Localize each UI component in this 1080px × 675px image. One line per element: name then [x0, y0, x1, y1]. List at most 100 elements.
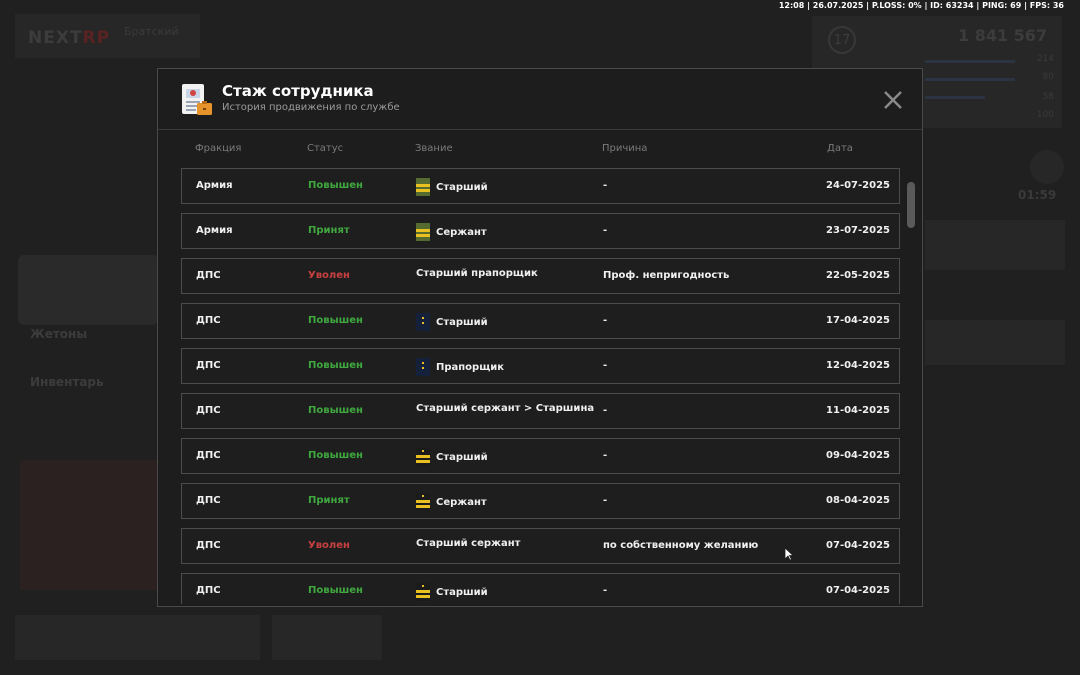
- row-status: Повышен: [308, 405, 363, 416]
- row-status: Повышен: [308, 585, 363, 596]
- row-date: 11-04-2025: [826, 405, 890, 416]
- row-rank-label: Прапорщик: [436, 361, 505, 373]
- table-row[interactable]: ДПС Повышен Старший сержант > Старшина - 11-…: [181, 393, 900, 429]
- row-rank: Старший: [416, 583, 488, 601]
- service-history-modal: Стаж сотрудника История продвижения по с…: [157, 68, 923, 607]
- row-reason: -: [603, 180, 608, 191]
- scrollbar-track[interactable]: [907, 181, 915, 601]
- row-status: Повышен: [308, 180, 363, 191]
- hud-stat-ammo: 100: [1036, 110, 1054, 120]
- gold-stripes-icon: [416, 493, 430, 511]
- army-stripes-icon: [416, 178, 430, 196]
- navy-epaulet-icon: [416, 358, 430, 376]
- column-header-faction: Фракция: [195, 143, 242, 154]
- column-header-status: Статус: [307, 143, 344, 154]
- row-date: 08-04-2025: [826, 495, 890, 506]
- hud-hotbar: [272, 615, 382, 660]
- table-row[interactable]: ДПС Принят Сержант - 08-04-2025: [181, 483, 900, 519]
- row-rank: Сержант: [416, 223, 487, 241]
- hud-stat-armor: 80: [1042, 72, 1054, 82]
- row-status: Уволен: [308, 270, 350, 281]
- hud-bottom-panel: [15, 615, 260, 660]
- row-reason: -: [603, 225, 608, 236]
- row-faction: ДПС: [196, 405, 221, 416]
- row-status: Уволен: [308, 540, 350, 551]
- row-date: 07-04-2025: [826, 540, 890, 551]
- close-button[interactable]: [882, 89, 904, 111]
- army-stripes-icon: [416, 223, 430, 241]
- timer-display: 01:59: [1018, 188, 1057, 202]
- tokens-label: Жетоны: [30, 327, 88, 341]
- table-row[interactable]: ДПС Повышен Прапорщик - 12-04-2025: [181, 348, 900, 384]
- row-reason: Проф. непригодность: [603, 270, 730, 281]
- level-badge: 17: [828, 26, 856, 54]
- status-topbar: 12:08 | 26.07.2025 | P.LOSS: 0% | ID: 63…: [778, 1, 1064, 10]
- health-bar: [925, 60, 1015, 63]
- table-row[interactable]: ДПС Повышен Старший - 09-04-2025: [181, 438, 900, 474]
- inventory-items: [20, 460, 157, 590]
- hud-vehicle-panel: [925, 320, 1065, 365]
- column-header-rank: Звание: [415, 143, 453, 154]
- row-rank-label: Старший сержант: [416, 538, 521, 549]
- row-status: Повышен: [308, 315, 363, 326]
- gold-stripes-icon: [416, 448, 430, 466]
- server-logo: NEXTRP: [28, 28, 111, 48]
- row-reason: -: [603, 450, 608, 461]
- row-rank-label: Сержант: [436, 496, 487, 508]
- hud-stat-hunger: 58: [1042, 92, 1054, 102]
- navy-epaulet-icon: [416, 313, 430, 331]
- armor-bar: [925, 78, 1015, 81]
- row-rank-label: Сержант: [436, 226, 487, 238]
- row-reason: по собственному желанию: [603, 540, 759, 551]
- row-rank: Старший: [416, 313, 488, 331]
- inventory-label: Инвентарь: [30, 375, 104, 389]
- row-date: 12-04-2025: [826, 360, 890, 371]
- row-reason: -: [603, 315, 608, 326]
- row-faction: ДПС: [196, 450, 221, 461]
- row-rank: Старший: [416, 448, 488, 466]
- row-status: Принят: [308, 495, 350, 506]
- scrollbar-thumb[interactable]: [907, 182, 915, 228]
- row-reason: -: [603, 405, 608, 416]
- row-faction: Армия: [196, 180, 233, 191]
- mic-icon: [1030, 150, 1064, 184]
- modal-title: Стаж сотрудника: [222, 82, 374, 100]
- row-faction: ДПС: [196, 315, 221, 326]
- row-rank: Старший сержант: [416, 538, 520, 549]
- table-row[interactable]: ДПС Повышен Старший - 07-04-2025: [181, 573, 900, 604]
- hunger-bar: [925, 96, 985, 99]
- modal-header: Стаж сотрудника История продвижения по с…: [158, 69, 922, 130]
- mouse-cursor-icon: [784, 547, 794, 561]
- table-row[interactable]: Армия Принят Сержант - 23-07-2025: [181, 213, 900, 249]
- row-rank-label: Старший: [436, 181, 488, 193]
- row-date: 22-05-2025: [826, 270, 890, 281]
- table-row[interactable]: Армия Повышен Старший - 24-07-2025: [181, 168, 900, 204]
- row-reason: -: [603, 360, 608, 371]
- row-date: 17-04-2025: [826, 315, 890, 326]
- history-list[interactable]: Армия Повышен Старший - 24-07-2025 Армия Приня…: [181, 168, 901, 604]
- row-date: 09-04-2025: [826, 450, 890, 461]
- row-status: Повышен: [308, 450, 363, 461]
- row-rank-label: Старший: [436, 451, 488, 463]
- row-faction: ДПС: [196, 270, 221, 281]
- row-faction: ДПС: [196, 540, 221, 551]
- row-reason: -: [603, 495, 608, 506]
- modal-subtitle: История продвижения по службе: [222, 102, 400, 113]
- hud-stat-health: 214: [1036, 54, 1054, 64]
- money-display: 1 841 567: [958, 26, 1048, 45]
- server-name: Братский: [124, 25, 179, 38]
- row-faction: ДПС: [196, 360, 221, 371]
- table-row[interactable]: ДПС Повышен Старший - 17-04-2025: [181, 303, 900, 339]
- table-row[interactable]: ДПС Уволен Старший прапорщик Проф. непригод…: [181, 258, 900, 294]
- row-faction: ДПС: [196, 495, 221, 506]
- row-faction: Армия: [196, 225, 233, 236]
- row-date: 24-07-2025: [826, 180, 890, 191]
- row-date: 07-04-2025: [826, 585, 890, 596]
- row-rank: Сержант: [416, 493, 487, 511]
- row-rank-label: Старший: [436, 586, 488, 598]
- car-image: [18, 255, 158, 325]
- row-reason: -: [603, 585, 608, 596]
- document-icon: [182, 84, 212, 115]
- row-status: Принят: [308, 225, 350, 236]
- row-rank: Старший сержант > Старшина: [416, 403, 594, 414]
